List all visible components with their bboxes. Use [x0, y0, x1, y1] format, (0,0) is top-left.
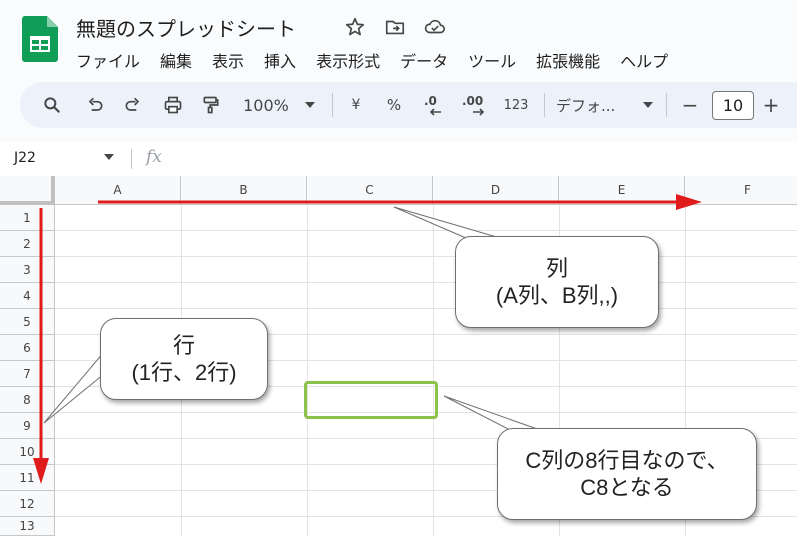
font-family-select[interactable]: デフォ...	[556, 82, 632, 128]
toolbar: 100% ¥ % .0 .00 123 デフォ... − 10 +	[20, 82, 797, 128]
redo-icon[interactable]	[118, 82, 148, 128]
column-header-a[interactable]: A	[55, 176, 181, 205]
star-icon[interactable]	[342, 14, 368, 40]
column-header-f[interactable]: F	[685, 176, 797, 205]
menu-data[interactable]: データ	[400, 46, 458, 74]
menu-insert[interactable]: 挿入	[264, 46, 306, 74]
fx-icon: fx	[146, 147, 162, 167]
row-header-11[interactable]: 11	[0, 465, 55, 491]
toolbar-divider	[544, 93, 545, 117]
menu-help[interactable]: ヘルプ	[620, 46, 678, 74]
cloud-saved-icon[interactable]	[422, 14, 448, 40]
grid-line	[55, 230, 797, 231]
increase-font-size-button[interactable]: +	[758, 82, 784, 128]
decrease-font-size-button[interactable]: −	[676, 82, 704, 128]
name-box[interactable]: J22	[14, 150, 36, 166]
zoom-dropdown-icon[interactable]	[300, 82, 320, 128]
sheets-logo-icon[interactable]	[22, 16, 58, 62]
name-box-dropdown-icon[interactable]	[104, 154, 114, 160]
column-header-c[interactable]: C	[307, 176, 433, 205]
grid-line	[433, 205, 434, 536]
column-header-b[interactable]: B	[181, 176, 307, 205]
zoom-select[interactable]: 100%	[238, 82, 294, 128]
currency-format-button[interactable]: ¥	[344, 82, 368, 128]
select-all-corner[interactable]	[0, 176, 55, 205]
row-header-9[interactable]: 9	[0, 413, 55, 439]
decrease-decimal-label: .0	[424, 94, 437, 108]
toolbar-divider	[666, 93, 667, 117]
row-header-6[interactable]: 6	[0, 335, 55, 361]
row-callout: 行 (1行、2行)	[100, 318, 268, 400]
column-header-e[interactable]: E	[559, 176, 685, 205]
font-dropdown-icon[interactable]	[638, 82, 658, 128]
decrease-decimal-button[interactable]: .0	[418, 82, 450, 128]
formula-bar	[0, 142, 797, 176]
column-callout-line-2: (A列、B列,,)	[495, 283, 619, 308]
grid-line	[55, 282, 797, 283]
menu-extensions[interactable]: 拡張機能	[536, 46, 610, 74]
cell-callout-line-2: C8となる	[580, 475, 674, 500]
menu-edit[interactable]: 編集	[160, 46, 202, 74]
menu-view[interactable]: 表示	[212, 46, 254, 74]
title-icons	[342, 14, 448, 40]
row-header-12[interactable]: 12	[0, 491, 55, 517]
cell-callout: C列の8行目なので、 C8となる	[497, 428, 757, 520]
menu-bar: ファイル 編集 表示 挿入 表示形式 データ ツール 拡張機能 ヘルプ	[76, 46, 688, 74]
row-callout-line-1: 行	[172, 332, 195, 358]
menu-format[interactable]: 表示形式	[316, 46, 390, 74]
undo-icon[interactable]	[80, 82, 110, 128]
document-title[interactable]: 無題のスプレッドシート	[76, 13, 296, 42]
cell-callout-line-1: C列の8行目なので、	[525, 447, 729, 473]
row-header-3[interactable]: 3	[0, 257, 55, 283]
print-icon[interactable]	[158, 82, 188, 128]
percent-format-button[interactable]: %	[382, 82, 406, 128]
grid-line	[55, 308, 797, 309]
row-header-10[interactable]: 10	[0, 439, 55, 465]
column-callout: 列 (A列、B列,,)	[455, 236, 659, 328]
increase-decimal-button[interactable]: .00	[458, 82, 494, 128]
row-callout-line-2: (1行、2行)	[131, 360, 237, 385]
increase-decimal-label: .00	[462, 94, 483, 108]
move-to-folder-icon[interactable]	[382, 14, 408, 40]
formula-bar-divider	[131, 149, 132, 169]
row-header-5[interactable]: 5	[0, 309, 55, 335]
number-format-button[interactable]: 123	[498, 82, 534, 128]
row-header-4[interactable]: 4	[0, 283, 55, 309]
grid-line	[307, 205, 308, 536]
grid-line	[55, 256, 797, 257]
menu-tools[interactable]: ツール	[468, 46, 526, 74]
column-header-d[interactable]: D	[433, 176, 559, 205]
highlighted-cell-c8[interactable]	[304, 381, 438, 419]
row-header-13[interactable]: 13	[0, 517, 55, 536]
row-header-2[interactable]: 2	[0, 231, 55, 257]
row-header-7[interactable]: 7	[0, 361, 55, 387]
column-callout-line-1: 列	[545, 255, 568, 281]
search-menus-icon[interactable]	[36, 82, 68, 128]
font-size-input[interactable]: 10	[712, 91, 754, 120]
toolbar-divider	[332, 93, 333, 117]
row-header-1[interactable]: 1	[0, 205, 55, 231]
paint-format-icon[interactable]	[196, 82, 226, 128]
menu-file[interactable]: ファイル	[76, 46, 150, 74]
row-header-8[interactable]: 8	[0, 387, 55, 413]
